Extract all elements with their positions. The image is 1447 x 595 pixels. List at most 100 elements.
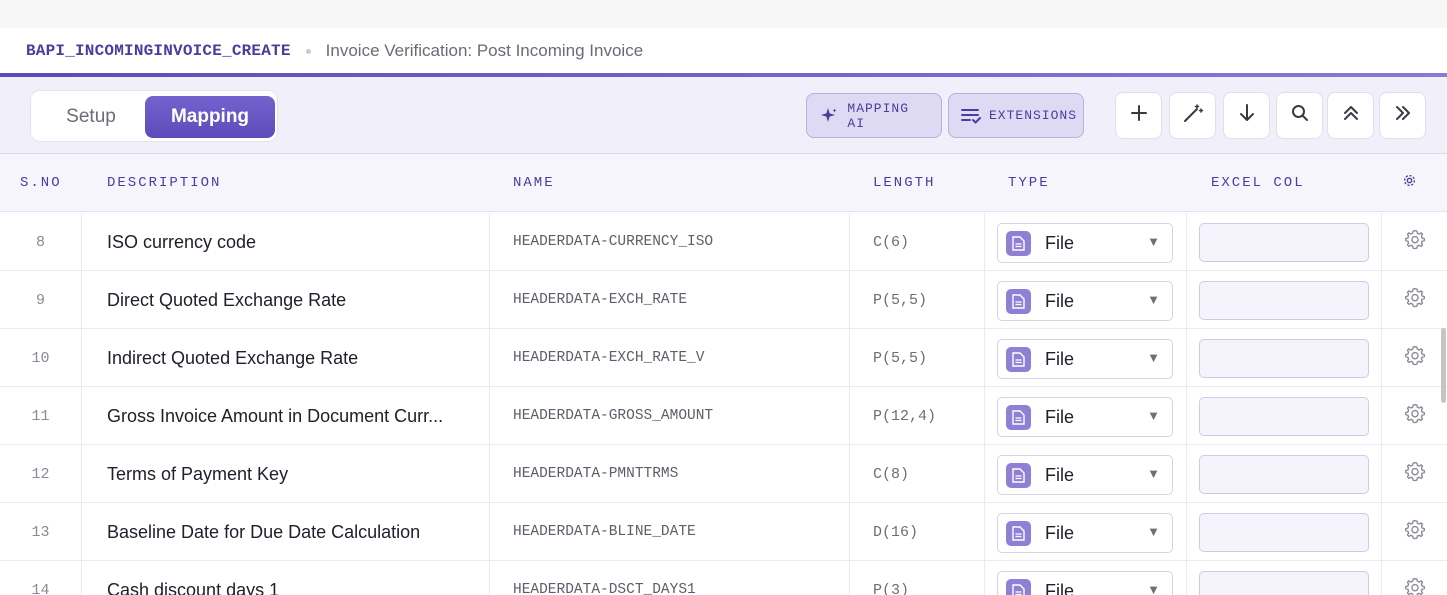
row-description: Direct Quoted Exchange Rate bbox=[82, 271, 490, 329]
type-select[interactable]: File ▼ bbox=[997, 223, 1173, 263]
excel-col-input[interactable] bbox=[1199, 513, 1369, 552]
table-header: S.NO DESCRIPTION NAME LENGTH TYPE EXCEL … bbox=[0, 154, 1447, 212]
row-length: C(6) bbox=[850, 213, 985, 271]
mapping-ai-button[interactable]: MAPPING AI bbox=[806, 93, 942, 138]
file-icon bbox=[1006, 230, 1031, 256]
plus-icon bbox=[1130, 104, 1148, 127]
row-settings-button[interactable] bbox=[1382, 213, 1447, 271]
row-excel-cell bbox=[1187, 271, 1382, 329]
dropdown-caret-icon: ▼ bbox=[1147, 234, 1160, 249]
row-settings-button[interactable] bbox=[1382, 445, 1447, 503]
tab-setup[interactable]: Setup bbox=[39, 97, 143, 137]
search-icon bbox=[1291, 104, 1309, 127]
column-header-description[interactable]: DESCRIPTION bbox=[107, 154, 221, 212]
excel-col-input[interactable] bbox=[1199, 223, 1369, 262]
download-button[interactable] bbox=[1223, 92, 1270, 139]
table-body: 8 ISO currency code HEADERDATA-CURRENCY_… bbox=[0, 213, 1447, 595]
row-settings-button[interactable] bbox=[1382, 561, 1447, 595]
column-header-type[interactable]: TYPE bbox=[1008, 154, 1050, 212]
row-settings-button[interactable] bbox=[1382, 329, 1447, 387]
row-type-cell: File ▼ bbox=[985, 503, 1187, 561]
row-length: P(3) bbox=[850, 561, 985, 595]
row-field-name: HEADERDATA-EXCH_RATE_V bbox=[490, 329, 850, 387]
add-button[interactable] bbox=[1115, 92, 1162, 139]
row-description: ISO currency code bbox=[82, 213, 490, 271]
extensions-button[interactable]: EXTENSIONS bbox=[948, 93, 1084, 138]
type-select[interactable]: File ▼ bbox=[997, 513, 1173, 553]
dropdown-caret-icon: ▼ bbox=[1147, 466, 1160, 481]
row-description: Cash discount days 1 bbox=[82, 561, 490, 595]
type-select[interactable]: File ▼ bbox=[997, 571, 1173, 595]
type-select[interactable]: File ▼ bbox=[997, 455, 1173, 495]
dropdown-caret-icon: ▼ bbox=[1147, 582, 1160, 595]
row-length: P(5,5) bbox=[850, 329, 985, 387]
row-length: C(8) bbox=[850, 445, 985, 503]
row-sno: 10 bbox=[0, 329, 82, 387]
type-select[interactable]: File ▼ bbox=[997, 397, 1173, 437]
excel-col-input[interactable] bbox=[1199, 571, 1369, 595]
vertical-scrollbar[interactable] bbox=[1441, 328, 1446, 403]
row-field-name: HEADERDATA-GROSS_AMOUNT bbox=[490, 387, 850, 445]
gear-icon bbox=[1404, 403, 1426, 430]
row-settings-button[interactable] bbox=[1382, 387, 1447, 445]
excel-col-input[interactable] bbox=[1199, 397, 1369, 436]
excel-col-input[interactable] bbox=[1199, 339, 1369, 378]
row-sno: 11 bbox=[0, 387, 82, 445]
mapping-ai-label: MAPPING AI bbox=[847, 100, 909, 131]
excel-col-input[interactable] bbox=[1199, 455, 1369, 494]
separator-dot bbox=[305, 48, 311, 54]
row-sno: 12 bbox=[0, 445, 82, 503]
table-row: 12 Terms of Payment Key HEADERDATA-PMNTT… bbox=[0, 445, 1447, 503]
column-header-excel-col[interactable]: EXCEL COL bbox=[1211, 154, 1305, 212]
list-check-icon bbox=[961, 105, 981, 127]
column-settings-button[interactable] bbox=[1403, 154, 1416, 212]
column-header-sno[interactable]: S.NO bbox=[20, 154, 62, 212]
row-settings-button[interactable] bbox=[1382, 503, 1447, 561]
table-row: 8 ISO currency code HEADERDATA-CURRENCY_… bbox=[0, 213, 1447, 271]
gear-icon bbox=[1404, 229, 1426, 256]
row-settings-button[interactable] bbox=[1382, 271, 1447, 329]
row-description: Terms of Payment Key bbox=[82, 445, 490, 503]
row-field-name: HEADERDATA-PMNTTRMS bbox=[490, 445, 850, 503]
dropdown-caret-icon: ▼ bbox=[1147, 350, 1160, 365]
gear-icon bbox=[1404, 345, 1426, 372]
column-header-length[interactable]: LENGTH bbox=[873, 154, 935, 212]
expand-button[interactable] bbox=[1379, 92, 1426, 139]
title-bar: BAPI_INCOMINGINVOICE_CREATE Invoice Veri… bbox=[0, 28, 1447, 74]
dropdown-caret-icon: ▼ bbox=[1147, 408, 1160, 423]
type-select[interactable]: File ▼ bbox=[997, 339, 1173, 379]
file-icon bbox=[1006, 404, 1031, 430]
column-header-name[interactable]: NAME bbox=[513, 154, 555, 212]
type-select-value: File bbox=[1045, 232, 1075, 253]
row-length: D(16) bbox=[850, 503, 985, 561]
tab-mapping[interactable]: Mapping bbox=[145, 96, 275, 138]
row-excel-cell bbox=[1187, 445, 1382, 503]
excel-col-input[interactable] bbox=[1199, 281, 1369, 320]
gear-icon bbox=[1404, 577, 1426, 595]
type-select-value: File bbox=[1045, 580, 1075, 595]
auto-map-button[interactable] bbox=[1169, 92, 1216, 139]
dropdown-caret-icon: ▼ bbox=[1147, 524, 1160, 539]
table-row: 11 Gross Invoice Amount in Document Curr… bbox=[0, 387, 1447, 445]
search-button[interactable] bbox=[1276, 92, 1323, 139]
type-select-value: File bbox=[1045, 406, 1075, 427]
file-icon bbox=[1006, 578, 1031, 595]
table-row: 13 Baseline Date for Due Date Calculatio… bbox=[0, 503, 1447, 561]
view-toggle: Setup Mapping bbox=[30, 90, 278, 142]
row-excel-cell bbox=[1187, 213, 1382, 271]
file-icon bbox=[1006, 520, 1031, 546]
file-icon bbox=[1006, 346, 1031, 372]
row-field-name: HEADERDATA-BLINE_DATE bbox=[490, 503, 850, 561]
table-row: 9 Direct Quoted Exchange Rate HEADERDATA… bbox=[0, 271, 1447, 329]
type-select[interactable]: File ▼ bbox=[997, 281, 1173, 321]
row-description: Gross Invoice Amount in Document Curr... bbox=[82, 387, 490, 445]
gear-icon bbox=[1404, 461, 1426, 488]
gear-icon bbox=[1404, 519, 1426, 546]
type-select-value: File bbox=[1045, 290, 1075, 311]
row-excel-cell bbox=[1187, 329, 1382, 387]
chevrons-right-icon bbox=[1394, 104, 1412, 127]
gear-icon bbox=[1404, 287, 1426, 314]
row-type-cell: File ▼ bbox=[985, 561, 1187, 595]
arrow-down-icon bbox=[1238, 103, 1256, 128]
collapse-button[interactable] bbox=[1327, 92, 1374, 139]
